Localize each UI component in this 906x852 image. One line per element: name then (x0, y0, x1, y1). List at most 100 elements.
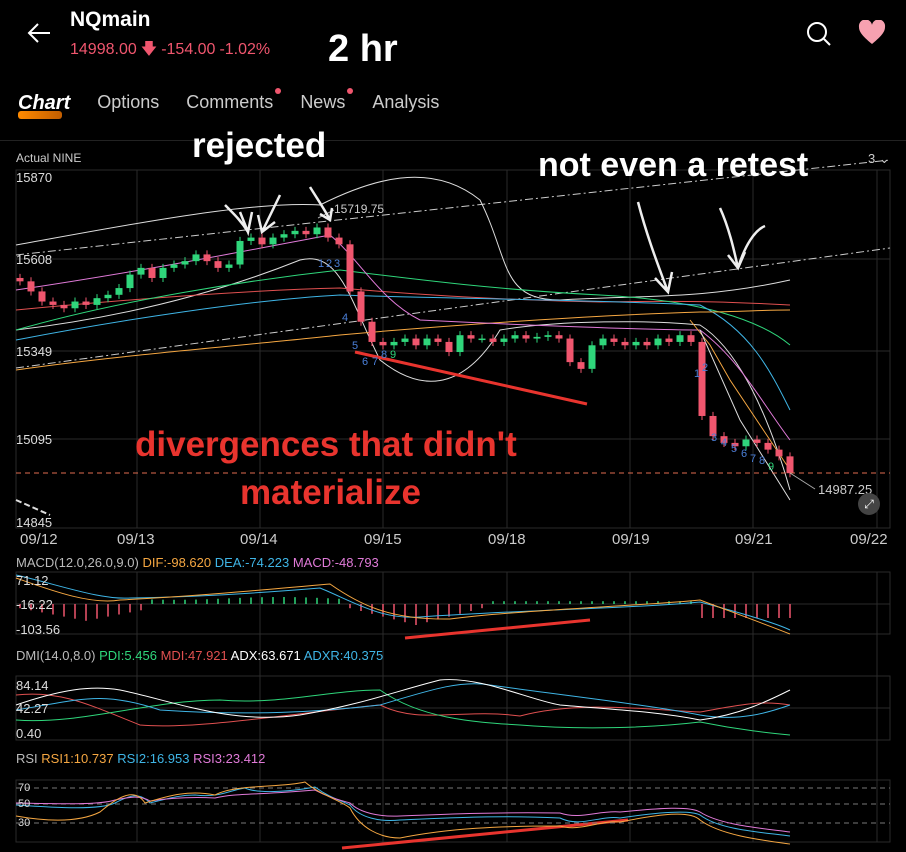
x-tick: 09/13 (117, 531, 155, 548)
candle (214, 261, 222, 268)
macd-dif: DIF:-98.620 (142, 555, 212, 570)
adx-line (15, 679, 791, 721)
candle (654, 338, 662, 346)
candle (60, 304, 68, 309)
rsi-2: RSI2:16.953 (117, 751, 190, 766)
nine-count-label: 1 (318, 258, 325, 270)
tab-options[interactable]: Options (97, 92, 159, 115)
dmi-y-tick: 42.27 (16, 701, 49, 716)
candle (467, 335, 475, 339)
candle (115, 288, 123, 295)
divergence-line-macd (404, 618, 591, 640)
tab-analysis[interactable]: Analysis (372, 92, 439, 115)
candle (643, 341, 651, 346)
dif-line (15, 577, 791, 635)
candle (27, 281, 35, 292)
layout-selector[interactable]: 3 ⌄ (868, 151, 890, 167)
y-tick: 15870 (16, 170, 53, 185)
candle (137, 267, 145, 275)
candle (313, 227, 321, 235)
candle (170, 264, 178, 268)
rsi-y-tick: 70 (18, 782, 31, 794)
candle (522, 335, 530, 339)
rsi-y-tick: 50 (18, 798, 31, 810)
nine-count-label: 1 (694, 368, 701, 380)
dmi-adxr: ADXR:40.375 (303, 648, 384, 663)
candle (423, 338, 431, 346)
x-tick: 09/14 (240, 531, 278, 548)
tab-news[interactable]: News (300, 88, 354, 115)
rsi-3: RSI3:23.412 (193, 751, 266, 766)
tab-comments[interactable]: Comments (186, 88, 282, 115)
x-tick: 09/15 (364, 531, 402, 548)
y-tick: 15095 (16, 432, 53, 447)
annotation-divergence-line1: divergences that didn't (135, 425, 517, 464)
candle (225, 264, 233, 268)
ma-red (15, 287, 791, 311)
macd-dea: DEA:-74.223 (214, 555, 290, 570)
channel-lower-line (15, 247, 891, 369)
nine-count-label: 5 (352, 340, 359, 352)
candle (544, 335, 552, 337)
macd-y-tick: -16.22 (16, 597, 53, 612)
candle (401, 338, 409, 342)
nine-count-label: 6 (741, 448, 748, 460)
candle (632, 341, 640, 346)
candle (687, 335, 695, 342)
dmi-legend[interactable]: DMI(14.0,8.0) PDI:5.456 MDI:47.921 ADX:6… (16, 648, 383, 663)
candle (357, 291, 365, 322)
nine-count-label: 8 (381, 349, 388, 361)
candle (665, 338, 673, 342)
nine-count-label: 7 (750, 453, 757, 465)
x-tick: 09/18 (488, 531, 526, 548)
candle (148, 267, 156, 278)
candle (555, 335, 563, 339)
dmi-pdi: PDI:5.456 (99, 648, 157, 663)
candle (775, 449, 783, 457)
candle (511, 335, 519, 339)
dmi-adx: ADX:63.671 (230, 648, 301, 663)
candle (258, 237, 266, 245)
annotation-rejected: rejected (192, 126, 327, 165)
x-tick: 09/12 (20, 531, 58, 548)
macd-histogram (19, 597, 791, 625)
candle (104, 294, 112, 299)
rsi-legend[interactable]: RSI RSI1:10.737 RSI2:16.953 RSI3:23.412 (16, 751, 265, 766)
nine-count-label: 8 (759, 455, 766, 467)
candle (412, 338, 420, 346)
indicator-label: Actual NINE (16, 151, 82, 165)
rsi-1: RSI1:10.737 (41, 751, 114, 766)
chevron-down-icon: ⌄ (878, 151, 890, 166)
candle (599, 338, 607, 346)
fullscreen-button[interactable]: ⤢ (858, 493, 880, 515)
candle (500, 338, 508, 342)
candle (390, 341, 398, 346)
candle (181, 261, 189, 265)
macd-legend[interactable]: MACD(12.0,26.0,9.0) DIF:-98.620 DEA:-74.… (16, 555, 379, 570)
nine-count-label: 3 (334, 258, 341, 270)
divergence-line-rsi (341, 818, 629, 850)
nine-count-label: 4 (342, 312, 349, 324)
rsi1-line (15, 781, 791, 845)
candle (489, 338, 497, 342)
tab-chart[interactable]: Chart (18, 92, 70, 119)
candle (159, 267, 167, 278)
nine-count-label: 5 (731, 443, 738, 455)
dmi-y-tick: 0.40 (16, 726, 42, 741)
candle (280, 234, 288, 238)
candle (742, 439, 750, 447)
dmi-title: DMI(14.0,8.0) (16, 648, 96, 663)
candle (786, 456, 794, 474)
candle (291, 230, 299, 235)
y-tick: 15349 (16, 344, 53, 359)
annotation-no-retest: not even a retest (538, 146, 809, 184)
candle (335, 237, 343, 245)
candle (478, 338, 486, 341)
macd-value: MACD:-48.793 (292, 555, 379, 570)
candle (676, 335, 684, 342)
candle (368, 321, 376, 342)
nine-count-label: 6 (362, 356, 369, 368)
candle (269, 237, 277, 245)
candle (324, 227, 332, 238)
x-tick: 09/22 (850, 531, 888, 548)
